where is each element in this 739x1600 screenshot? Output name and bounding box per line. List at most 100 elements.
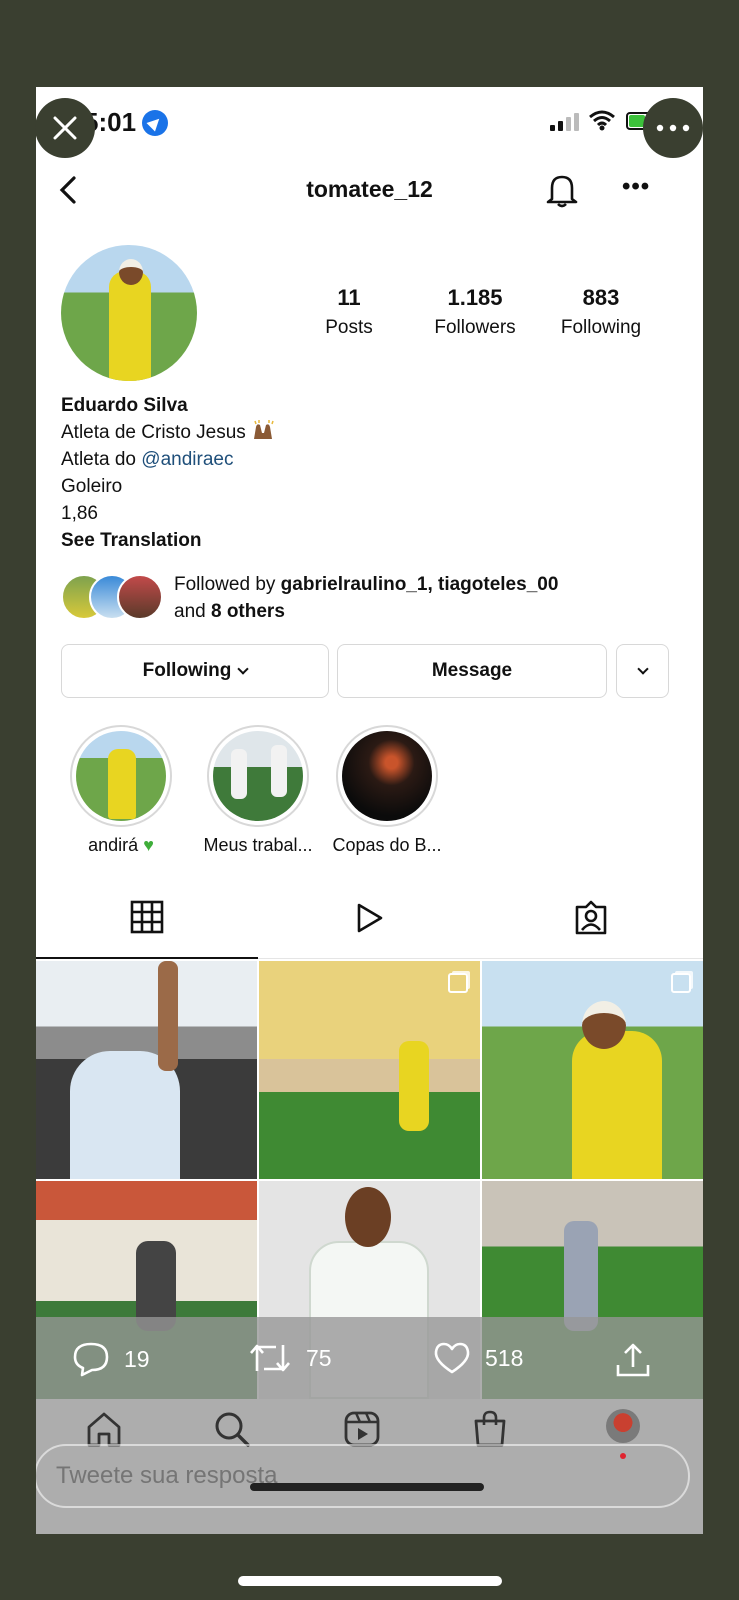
avatar-figure — [109, 271, 151, 381]
cellular-signal-icon — [550, 113, 580, 131]
shop-bag-icon[interactable] — [470, 1409, 510, 1449]
stat-following-count: 883 — [582, 285, 620, 310]
highlight-figure — [271, 745, 287, 797]
followed-by-users[interactable]: gabrielraulino_1, tiagoteles_00 — [281, 574, 559, 595]
wifi-icon — [589, 110, 615, 131]
followed-by-and: and — [174, 601, 211, 622]
play-icon — [357, 903, 383, 933]
post-thumbnail[interactable] — [259, 961, 480, 1179]
bio-line: 1,86 — [61, 503, 98, 524]
highlight-cover — [213, 731, 303, 821]
bell-icon[interactable] — [544, 171, 580, 209]
highlight-label-text: andirá — [88, 835, 139, 855]
home-icon[interactable] — [84, 1409, 124, 1449]
more-options-button[interactable] — [643, 98, 703, 158]
post-figure — [564, 1221, 598, 1331]
retweet-count: 75 — [306, 1344, 332, 1371]
highlight-label: Copas do B... — [332, 835, 442, 855]
highlight-label: andirá ♥ — [56, 835, 186, 856]
stat-following-label: Following — [560, 317, 642, 338]
post-figure — [572, 1031, 662, 1179]
followed-by-text: Followed by gabrielraulino_1, tiagoteles… — [174, 571, 558, 625]
location-arrow-icon — [142, 110, 168, 136]
chevron-down-icon — [636, 662, 649, 675]
followed-by-section[interactable]: Followed by gabrielraulino_1, tiagoteles… — [61, 571, 681, 625]
search-icon[interactable] — [212, 1409, 252, 1449]
stat-followers[interactable]: 1.185 Followers — [412, 285, 538, 339]
highlight-cover — [342, 731, 432, 821]
green-heart-emoji-icon: ♥ — [143, 835, 154, 855]
multiple-posts-icon — [671, 973, 691, 993]
retweet-icon — [250, 1344, 290, 1372]
profile-header: tomatee_12 ••• — [36, 157, 703, 223]
highlight-item[interactable]: andirá ♥ — [56, 725, 186, 856]
profile-bio: Eduardo Silva Atleta de Cristo Jesus Atl… — [61, 392, 277, 554]
highlight-figure — [231, 749, 247, 799]
reply-count: 19 — [124, 1345, 150, 1372]
profile-username: tomatee_12 — [306, 176, 433, 202]
mutual-avatar — [117, 574, 163, 620]
close-icon — [53, 116, 77, 140]
post-thumbnail[interactable] — [36, 961, 257, 1179]
home-indicator — [238, 1576, 502, 1586]
multiple-posts-icon — [448, 973, 468, 993]
reels-icon[interactable] — [342, 1409, 382, 1449]
profile-stats: 11 Posts 1.185 Followers 883 Following — [286, 285, 664, 339]
bio-line: Atleta de Cristo Jesus — [61, 419, 277, 446]
highlight-ring — [336, 725, 438, 827]
profile-avatar[interactable] — [61, 245, 197, 381]
stat-followers-label: Followers — [434, 317, 516, 338]
stat-followers-count: 1.185 — [447, 285, 503, 310]
highlight-ring — [207, 725, 309, 827]
praising-hands-emoji-icon — [254, 420, 274, 439]
profile-actions: Following Message — [61, 644, 669, 698]
highlight-item[interactable]: Meus trabal... — [193, 725, 323, 856]
more-dots-icon — [656, 124, 690, 132]
stat-following[interactable]: 883 Following — [538, 285, 664, 339]
share-icon — [616, 1343, 650, 1377]
following-button-label: Following — [142, 660, 232, 681]
suggested-accounts-button[interactable] — [616, 644, 669, 698]
avatar-head — [119, 259, 143, 285]
bio-line-text: Atleta de Cristo Jesus — [61, 422, 246, 443]
like-action[interactable]: 518 — [433, 1341, 523, 1375]
phone-home-indicator — [250, 1483, 484, 1491]
tweet-reply-input[interactable] — [36, 1444, 690, 1508]
following-button[interactable]: Following — [61, 644, 329, 698]
post-figure — [399, 1041, 429, 1131]
tab-posts-grid[interactable] — [36, 877, 258, 959]
highlight-figure — [108, 749, 136, 819]
highlight-item[interactable]: Copas do B... — [322, 725, 452, 856]
profile-tab-avatar[interactable] — [606, 1409, 640, 1443]
stat-posts-count: 11 — [337, 285, 361, 310]
status-bar: 5:01 — [36, 87, 703, 157]
see-translation-link[interactable]: See Translation — [61, 527, 277, 554]
tab-tagged[interactable] — [480, 877, 702, 959]
mutual-avatars — [61, 574, 163, 620]
close-button[interactable] — [35, 98, 95, 158]
followed-by-others[interactable]: 8 others — [211, 601, 285, 622]
reply-bubble-icon — [73, 1342, 109, 1377]
retweet-action[interactable]: 75 — [248, 1341, 332, 1375]
post-figure — [158, 961, 178, 1071]
tab-reels[interactable] — [258, 877, 480, 959]
bio-line: Atleta do @andiraec — [61, 446, 277, 473]
heart-icon — [434, 1342, 470, 1374]
highlight-cover — [76, 731, 166, 821]
stat-posts-label: Posts — [325, 317, 373, 338]
post-thumbnail[interactable] — [482, 961, 703, 1179]
share-action[interactable] — [614, 1341, 666, 1379]
message-button-label: Message — [431, 660, 513, 681]
tagged-user-icon — [575, 900, 607, 935]
story-highlights: andirá ♥ Meus trabal... Copas do B... — [56, 725, 696, 865]
phone-screen: 5:01 tomatee_12 ••• 11 Posts 1.185 Follo… — [36, 87, 703, 1534]
message-button[interactable]: Message — [337, 644, 607, 698]
tweet-overlay: 19 75 518 — [36, 1317, 703, 1534]
bio-line: Goleiro — [61, 476, 123, 497]
like-count: 518 — [485, 1344, 524, 1371]
profile-tabs — [36, 877, 703, 959]
stat-posts[interactable]: 11 Posts — [286, 285, 412, 339]
header-more-icon[interactable]: ••• — [622, 173, 650, 201]
reply-action[interactable]: 19 — [72, 1341, 150, 1377]
bio-mention-link[interactable]: @andiraec — [141, 449, 233, 470]
